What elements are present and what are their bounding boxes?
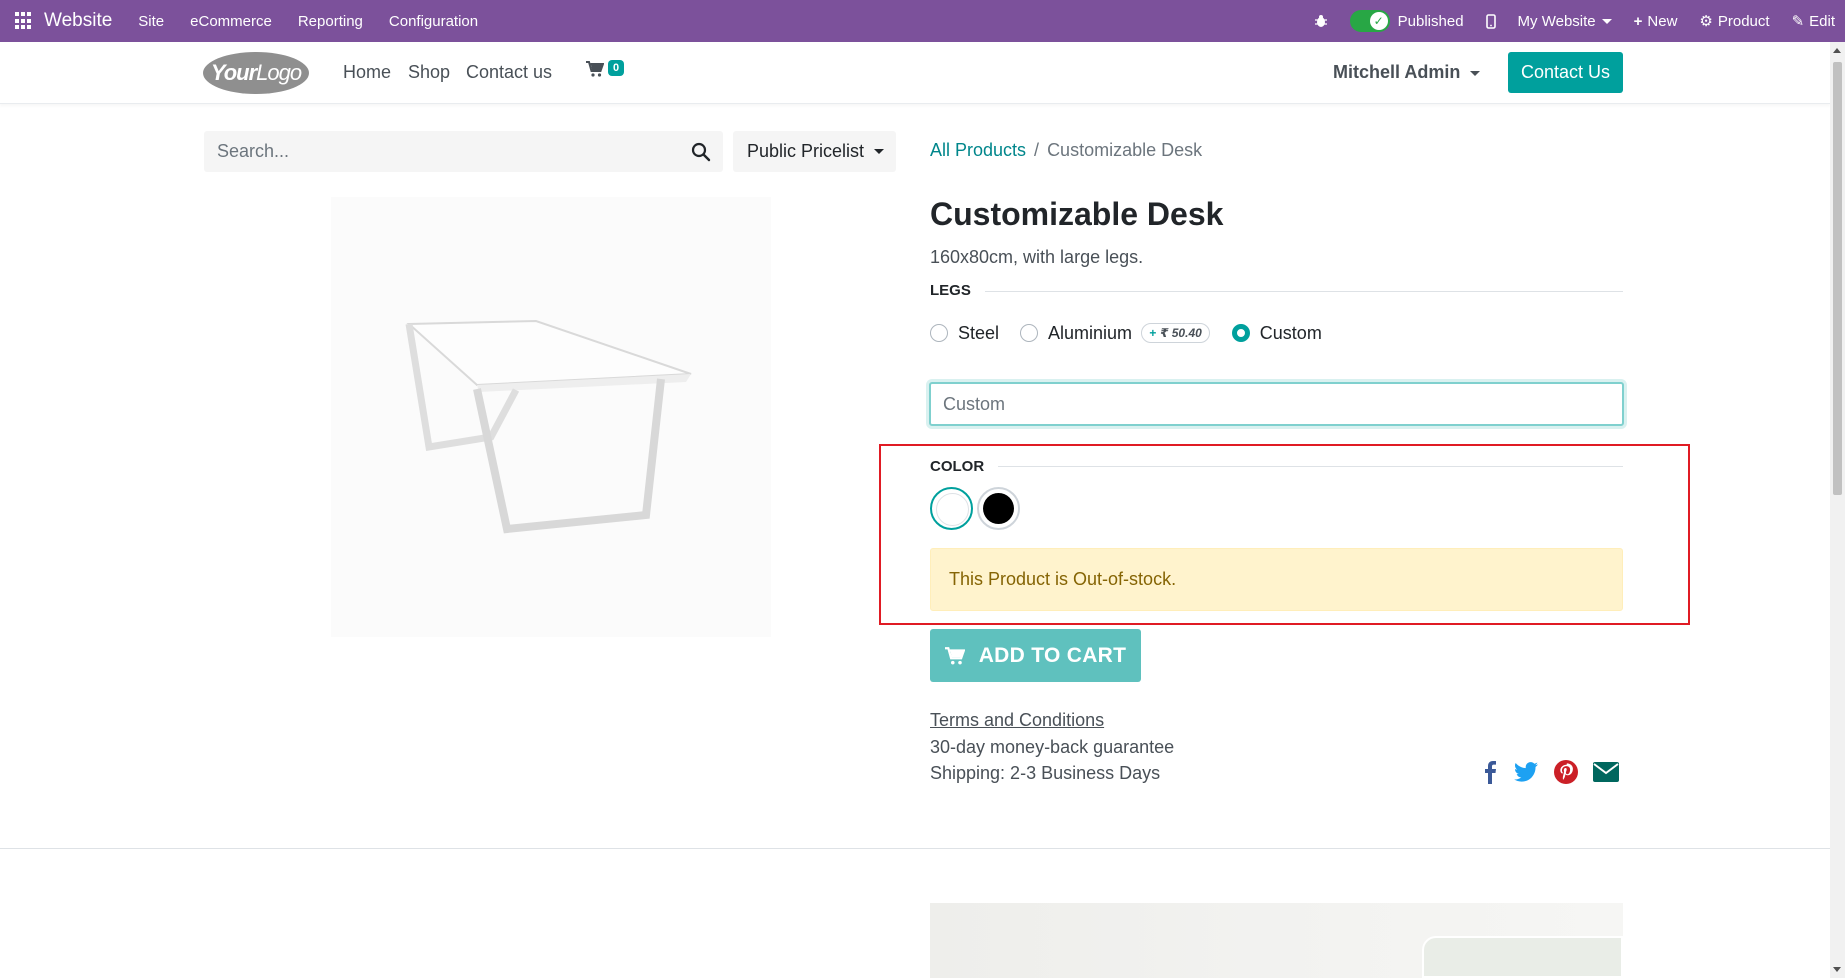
custom-legs-input[interactable]: [931, 384, 1622, 424]
product-button[interactable]: ⚙ Product: [1699, 12, 1770, 31]
legs-divider: [985, 291, 1623, 292]
cart-icon[interactable]: [586, 61, 605, 82]
menu-site[interactable]: Site: [138, 13, 164, 30]
terms-link[interactable]: Terms and Conditions: [930, 710, 1104, 731]
check-icon: ✓: [1369, 12, 1388, 30]
pricelist-dropdown[interactable]: Public Pricelist: [733, 131, 896, 172]
menu-ecommerce[interactable]: eCommerce: [190, 13, 272, 30]
breadcrumb-separator: /: [1034, 140, 1040, 160]
legs-custom-label[interactable]: Custom: [1260, 323, 1322, 344]
legs-steel-radio[interactable]: [930, 324, 948, 342]
new-button[interactable]: + New: [1634, 13, 1678, 30]
site-logo[interactable]: Your Logo: [203, 52, 309, 94]
color-divider: [998, 466, 1623, 467]
scroll-up-arrow-icon[interactable]: [1833, 48, 1841, 53]
new-label: New: [1647, 12, 1678, 30]
email-icon[interactable]: [1592, 759, 1620, 785]
breadcrumb-current: Customizable Desk: [1047, 140, 1203, 160]
color-swatch-white[interactable]: [930, 487, 973, 530]
apps-menu-icon[interactable]: [15, 12, 33, 30]
guarantee-text: 30-day money-back guarantee: [930, 737, 1175, 757]
legs-aluminium-label[interactable]: Aluminium: [1048, 323, 1132, 344]
caret-down-icon: [874, 149, 885, 154]
caret-down-icon: [1470, 70, 1481, 76]
nav-home[interactable]: Home: [343, 62, 391, 83]
user-name: Mitchell Admin: [1333, 62, 1461, 82]
debug-bug-icon[interactable]: [1314, 14, 1328, 28]
facebook-icon[interactable]: [1482, 759, 1498, 785]
contact-us-button[interactable]: Contact Us: [1508, 52, 1623, 93]
price-extra-sign: +: [1149, 326, 1157, 340]
edit-label: Edit: [1809, 12, 1835, 30]
legs-steel-label[interactable]: Steel: [958, 323, 999, 344]
legs-attribute-label: LEGS: [930, 282, 971, 299]
color-attribute-label: COLOR: [930, 458, 985, 475]
logo-text-logo: Logo: [256, 60, 302, 85]
product-image: [331, 197, 771, 637]
pencil-icon: ✎: [1791, 13, 1805, 30]
menu-reporting[interactable]: Reporting: [298, 13, 363, 30]
gear-icon: ⚙: [1699, 13, 1713, 30]
product-search: [204, 131, 723, 172]
breadcrumb-all-products[interactable]: All Products: [930, 140, 1026, 160]
website-switcher-label: My Website: [1517, 12, 1596, 30]
shipping-text: Shipping: 2-3 Business Days: [930, 763, 1161, 783]
logo-text-your: Your: [210, 60, 257, 85]
price-extra-value: ₹ 50.40: [1160, 326, 1202, 340]
breadcrumb: All Products / Customizable Desk: [930, 140, 1202, 161]
product-description: 160x80cm, with large legs.: [930, 247, 1144, 267]
product-title: Customizable Desk: [930, 196, 1224, 232]
edit-button[interactable]: ✎ Edit: [1791, 12, 1835, 31]
legs-options: Steel Aluminium + ₹ 50.40 Custom: [930, 321, 1322, 345]
menu-configuration[interactable]: Configuration: [389, 13, 478, 30]
furniture-shape: [1422, 936, 1623, 978]
website-switcher[interactable]: My Website: [1518, 13, 1612, 30]
published-label[interactable]: Published: [1398, 13, 1464, 30]
nav-contact-us[interactable]: Contact us: [466, 62, 552, 83]
plus-icon: +: [1633, 12, 1643, 30]
website-header: Your Logo Home Shop Contact us 0 Mitchell…: [0, 42, 1830, 104]
publish-toggle[interactable]: ✓: [1349, 10, 1390, 32]
pricelist-label: Public Pricelist: [747, 141, 865, 161]
custom-legs-field: [929, 382, 1624, 426]
out-of-stock-alert: This Product is Out-of-stock.: [930, 548, 1623, 611]
search-input[interactable]: [204, 131, 674, 172]
price-extra-badge: + ₹ 50.40: [1141, 323, 1210, 343]
legs-custom-radio[interactable]: [1231, 324, 1250, 342]
nav-shop[interactable]: Shop: [408, 62, 450, 83]
product-label: Product: [1717, 12, 1770, 30]
admin-navbar: Website Site eCommerce Reporting Configu…: [0, 0, 1845, 42]
cart-icon: [944, 646, 965, 664]
desk-illustration: [405, 319, 692, 534]
color-swatch-black[interactable]: [977, 487, 1020, 530]
pinterest-icon[interactable]: [1553, 759, 1579, 785]
section-divider: [0, 848, 1830, 849]
scrollbar-thumb[interactable]: [1833, 62, 1842, 495]
page-scrollbar[interactable]: [1830, 42, 1845, 978]
product-detail-image: [930, 903, 1623, 978]
twitter-icon[interactable]: [1513, 759, 1539, 785]
user-menu[interactable]: Mitchell Admin: [1333, 62, 1481, 83]
mobile-preview-icon[interactable]: [1485, 13, 1496, 29]
search-icon[interactable]: [691, 142, 711, 162]
cart-count-badge: 0: [608, 60, 625, 76]
legs-aluminium-radio[interactable]: [1020, 324, 1039, 342]
app-brand[interactable]: Website: [44, 10, 112, 32]
add-to-cart-label: ADD TO CART: [978, 643, 1127, 667]
caret-down-icon: [1601, 18, 1612, 24]
scroll-down-arrow-icon[interactable]: [1833, 967, 1841, 972]
add-to-cart-button[interactable]: ADD TO CART: [930, 629, 1141, 682]
